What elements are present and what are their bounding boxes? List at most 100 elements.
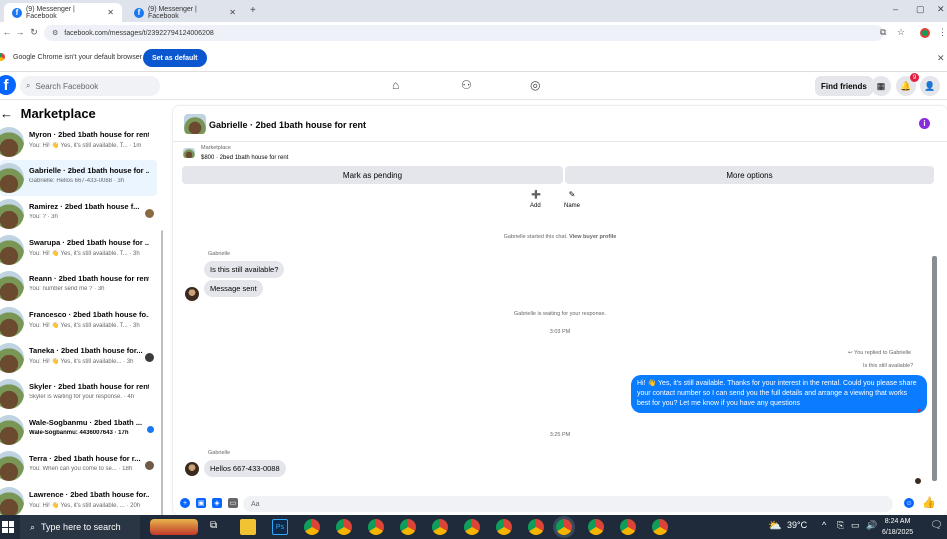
windows-start-icon[interactable] [2,521,14,533]
buyer-avatar[interactable] [185,462,199,476]
mark-as-pending-button[interactable]: Mark as pending [182,166,563,184]
conversation-name: Francesco · 2bed 1bath house fo... [29,310,149,319]
chrome-menu-icon[interactable]: ⋮ [938,27,947,38]
conversation-item[interactable]: Lawrence · 2bed 1bath house for... You: … [0,484,157,515]
browser-tab-messenger-1[interactable]: f (9) Messenger | Facebook ✕ [4,3,122,22]
find-friends-button[interactable]: Find friends [815,76,873,96]
gif-icon[interactable]: ▭ [228,498,238,508]
more-options-button[interactable]: More options [565,166,934,184]
facebook-logo-icon[interactable]: f [0,75,16,95]
url-input[interactable]: ⚙ facebook.com/messages/t/23922794124006… [44,25,884,41]
add-label: Add [530,203,541,209]
photo-icon[interactable]: ▣ [196,498,206,508]
forward-icon[interactable]: → [13,27,27,37]
file-explorer-icon[interactable] [240,519,256,535]
chat-scrollbar[interactable] [932,256,937,481]
display-icon[interactable]: ▭ [851,520,860,531]
chrome-taskbar-icon[interactable] [620,519,636,535]
incoming-message[interactable]: Hellos 667-433-0088 [204,460,286,477]
task-view-icon[interactable]: ⧉ [210,520,217,531]
emoji-icon[interactable]: ☺ [904,498,914,508]
chrome-taskbar-icon[interactable] [464,519,480,535]
taskbar-search-input[interactable]: ⌕ Type here to search [20,515,140,539]
incoming-message[interactable]: Is this still available? [204,261,285,278]
thumbs-up-icon[interactable]: 👍 [922,496,936,509]
listing-thumbnail[interactable] [184,114,206,134]
chrome-taskbar-icon-active[interactable] [556,519,572,535]
sticker-icon[interactable]: ◈ [212,498,222,508]
timestamp: 3:25 PM [549,432,571,438]
heart-reaction-icon[interactable]: ♥ [917,408,921,415]
account-avatar[interactable]: 👤 [920,76,940,96]
widget-food-icon[interactable] [150,519,198,535]
groups-icon[interactable]: ◎ [530,78,540,92]
outgoing-message[interactable]: Hi! 👋 Yes, it's still available. Thanks … [631,375,927,413]
conversation-item-selected[interactable]: Gabrielle · 2bed 1bath house for ... Gab… [0,160,157,196]
conversation-item[interactable]: Swarupa · 2bed 1bath house for ... You: … [0,232,157,268]
photoshop-icon[interactable]: Ps [272,519,288,535]
notification-center-icon[interactable]: 🗨 [930,520,943,531]
conversation-item[interactable]: Reann · 2bed 1bath house for rent You: n… [0,268,157,304]
back-arrow-icon[interactable]: ← [0,106,13,121]
conversation-list-scrollbar[interactable] [161,230,163,515]
chrome-taskbar-icon[interactable] [336,519,352,535]
reload-icon[interactable]: ↻ [27,27,41,38]
conversation-item-unread[interactable]: Wale-Sogbanmu · 2bed 1bath ... Wale-Sogb… [0,412,157,448]
close-tab-icon[interactable]: ✕ [107,8,114,17]
cast-icon[interactable]: ⧉ [880,27,886,38]
name-label: Name [564,203,581,209]
new-tab-icon[interactable]: + [250,5,256,16]
friends-icon[interactable]: ⚇ [461,78,472,92]
back-icon[interactable]: ← [0,27,14,37]
close-infobar-icon[interactable]: ✕ [937,53,945,64]
conversation-item[interactable]: Taneka · 2bed 1bath house for... You: Hi… [0,340,157,376]
chrome-taskbar-icon[interactable] [368,519,384,535]
profile-avatar-icon[interactable] [920,28,930,38]
edit-name-icon[interactable]: ✎ [564,186,580,202]
close-tab-icon[interactable]: ✕ [229,8,236,17]
home-icon[interactable]: ⌂ [392,78,399,92]
minimize-icon[interactable]: – [893,4,898,14]
listing-price-title[interactable]: $800 · 2bed 1bath house for rent [201,155,288,161]
set-default-button[interactable]: Set as default [143,49,207,67]
add-contact-icon[interactable]: ➕ [528,186,544,202]
conversation-item[interactable]: Ramirez · 2bed 1bath house f... You: ? ·… [0,196,157,232]
conversation-snippet: You: Hi! 👋 Yes, it's still available. T.… [29,251,140,257]
conversation-item[interactable]: Francesco · 2bed 1bath house fo... You: … [0,304,157,340]
incoming-message[interactable]: Message sent [204,280,263,297]
listing-thumbnail [0,199,24,229]
chrome-taskbar-icon[interactable] [588,519,604,535]
chrome-taskbar-icon[interactable] [432,519,448,535]
chrome-taskbar-icon[interactable] [400,519,416,535]
menu-grid-icon[interactable]: ▦ [871,76,891,96]
bookmark-star-icon[interactable]: ☆ [897,27,905,38]
listing-thumbnail [0,271,24,301]
view-buyer-profile-link[interactable]: View buyer profile [569,234,616,240]
facebook-search-input[interactable]: ⌕ Search Facebook [20,76,160,96]
seen-avatar [145,209,154,218]
tray-chevron-icon[interactable]: ^ [822,520,826,530]
listing-thumbnail [0,343,24,373]
volume-icon[interactable]: 🔊 [866,520,877,531]
buyer-avatar[interactable] [185,287,199,301]
plus-actions-icon[interactable]: + [180,498,190,508]
network-icon[interactable]: ⎘ [837,520,844,531]
message-input[interactable]: Aa [243,496,893,512]
chat-title[interactable]: Gabrielle · 2bed 1bath house for rent [209,120,366,130]
chrome-taskbar-icon[interactable] [304,519,320,535]
marketplace-title: Marketplace [20,106,96,121]
clock[interactable]: 8:24 AM 6/18/2025 [882,516,913,538]
conversation-item[interactable]: Myron · 2bed 1bath house for rent You: H… [0,124,157,160]
maximize-icon[interactable]: ▢ [916,4,925,15]
conversation-item[interactable]: Skyler · 2bed 1bath house for rent Skyle… [0,376,157,412]
close-window-icon[interactable]: ✕ [937,4,945,15]
marketplace-conversation-list: ← Marketplace Myron · 2bed 1bath house f… [0,100,163,515]
weather-icon[interactable]: ⛅ [768,519,782,532]
chrome-taskbar-icon[interactable] [528,519,544,535]
chrome-taskbar-icon[interactable] [652,519,668,535]
site-info-icon[interactable]: ⚙ [52,29,58,37]
conversation-item[interactable]: Terra · 2bed 1bath house for r... You: W… [0,448,157,484]
chrome-taskbar-icon[interactable] [496,519,512,535]
browser-tab-messenger-2[interactable]: f (9) Messenger | Facebook ✕ [126,3,244,22]
conversation-info-icon[interactable]: i [919,118,930,129]
